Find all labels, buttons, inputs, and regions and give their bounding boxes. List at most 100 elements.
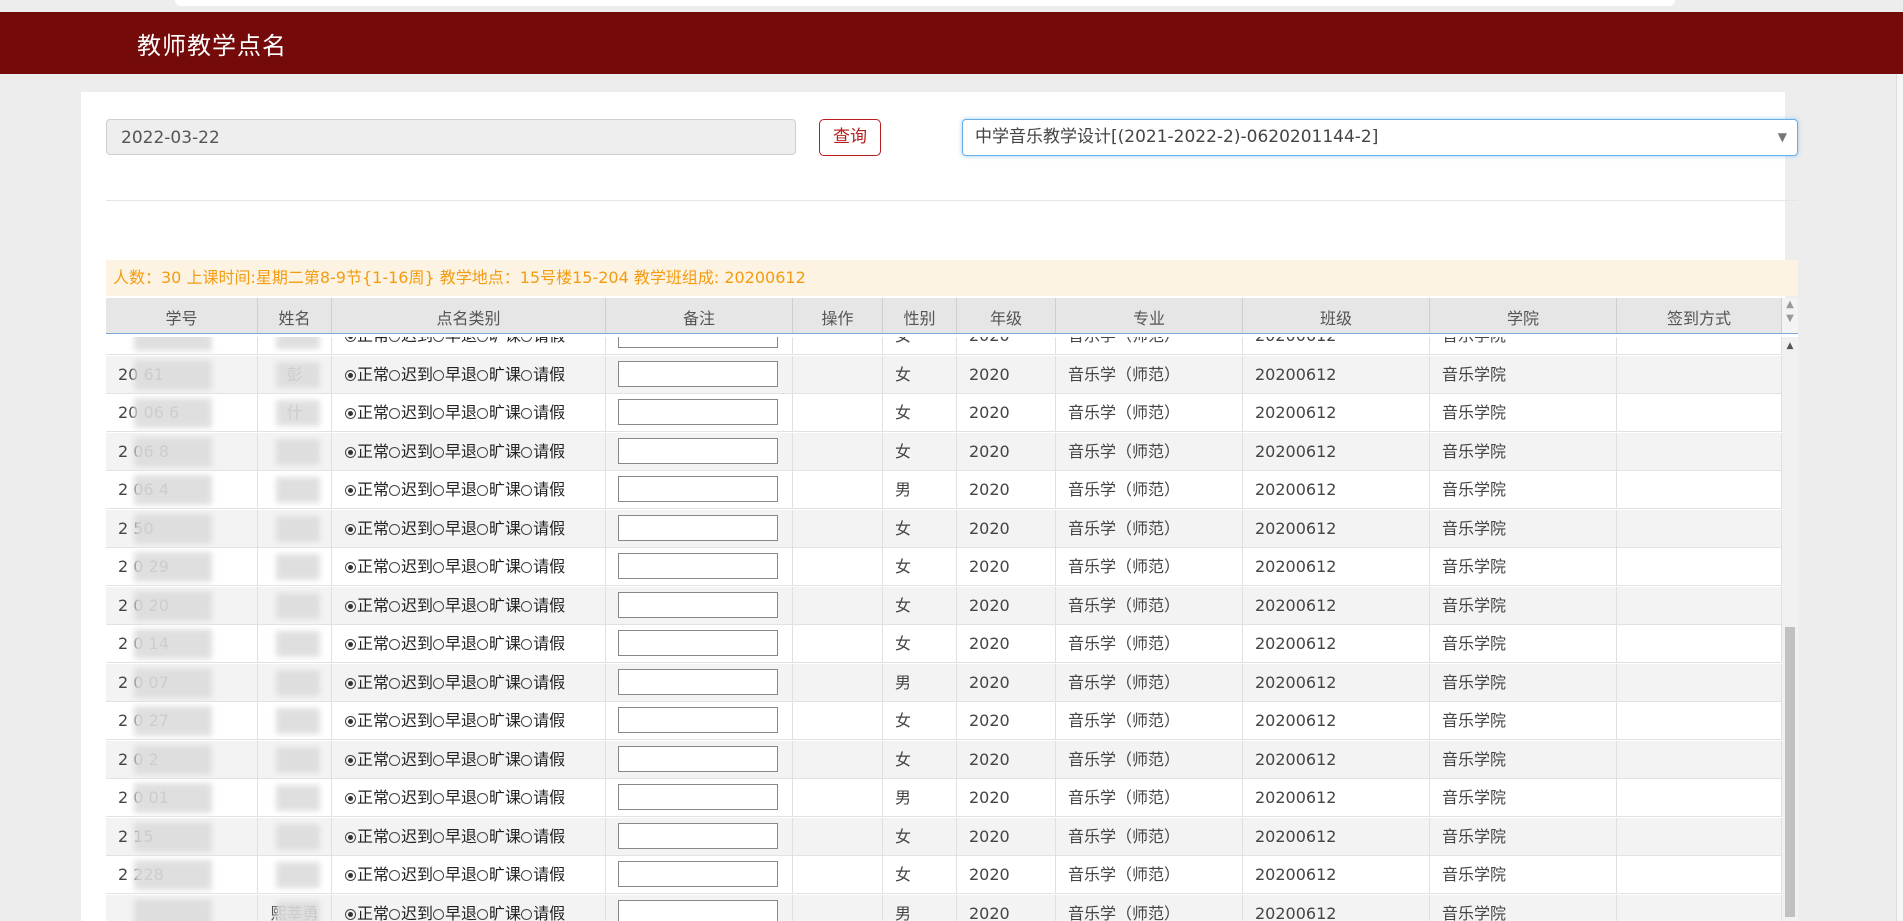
radio-unchecked-icon[interactable] [389, 408, 401, 419]
radio-unchecked-icon[interactable] [389, 446, 401, 458]
attendance-radio-option[interactable]: 正常 [345, 548, 389, 586]
col-checkin-method-header[interactable]: 签到方式 [1617, 298, 1782, 333]
attendance-radio-option[interactable]: 请假 [521, 433, 565, 471]
radio-unchecked-icon[interactable] [433, 677, 445, 689]
attendance-radio-group[interactable]: 正常迟到早退旷课请假 [332, 817, 606, 856]
attendance-radio-option[interactable]: 请假 [521, 702, 565, 740]
attendance-radio-option[interactable]: 请假 [521, 818, 565, 856]
course-select[interactable]: 中学音乐教学设计[(2021-2022-2)-0620201144-2] ▼ [962, 119, 1798, 156]
date-input[interactable]: 2022-03-22 [106, 119, 796, 155]
attendance-radio-option[interactable]: 迟到 [389, 587, 433, 625]
radio-unchecked-icon[interactable] [521, 831, 533, 843]
attendance-radio-option[interactable]: 早退 [433, 895, 477, 921]
radio-unchecked-icon[interactable] [389, 754, 401, 766]
attendance-radio-option[interactable]: 正常 [345, 587, 389, 625]
attendance-radio-option[interactable]: 请假 [521, 337, 565, 355]
radio-checked-icon[interactable] [345, 908, 356, 920]
radio-unchecked-icon[interactable] [389, 600, 401, 612]
attendance-radio-option[interactable]: 旷课 [477, 779, 521, 817]
table-scrollbar[interactable]: ▲ [1782, 337, 1798, 921]
remark-input[interactable] [618, 668, 778, 695]
attendance-radio-option[interactable]: 迟到 [389, 471, 433, 509]
attendance-radio-option[interactable]: 请假 [521, 741, 565, 779]
attendance-radio-option[interactable]: 正常 [345, 394, 389, 432]
radio-unchecked-icon[interactable] [521, 369, 533, 381]
attendance-radio-group[interactable]: 正常迟到早退旷课请假 [332, 586, 606, 625]
radio-unchecked-icon[interactable] [521, 754, 533, 766]
attendance-radio-group[interactable]: 正常迟到早退旷课请假 [332, 663, 606, 702]
radio-unchecked-icon[interactable] [433, 485, 445, 496]
remark-input[interactable] [618, 437, 778, 464]
attendance-radio-group[interactable]: 正常迟到早退旷课请假 [332, 625, 606, 663]
attendance-radio-option[interactable]: 旷课 [477, 818, 521, 856]
attendance-radio-option[interactable]: 迟到 [389, 394, 433, 432]
attendance-radio-option[interactable]: 正常 [345, 856, 389, 894]
radio-unchecked-icon[interactable] [477, 831, 489, 843]
remark-input[interactable] [618, 630, 778, 656]
attendance-radio-option[interactable]: 迟到 [389, 702, 433, 740]
attendance-radio-option[interactable]: 旷课 [477, 702, 521, 740]
radio-unchecked-icon[interactable] [521, 562, 533, 573]
radio-unchecked-icon[interactable] [521, 716, 533, 727]
col-name-header[interactable]: 姓名 [258, 298, 332, 333]
attendance-radio-option[interactable]: 旷课 [477, 394, 521, 432]
remark-input[interactable] [618, 784, 778, 810]
col-gender-header[interactable]: 性别 [883, 298, 957, 333]
attendance-radio-option[interactable]: 请假 [521, 548, 565, 586]
radio-unchecked-icon[interactable] [433, 908, 445, 920]
col-college-header[interactable]: 学院 [1430, 298, 1617, 333]
radio-checked-icon[interactable] [345, 831, 356, 843]
radio-unchecked-icon[interactable] [433, 562, 445, 573]
radio-unchecked-icon[interactable] [389, 523, 401, 535]
attendance-radio-group[interactable]: 正常迟到早退旷课请假 [332, 432, 606, 471]
radio-unchecked-icon[interactable] [433, 639, 445, 650]
radio-unchecked-icon[interactable] [389, 337, 401, 342]
radio-unchecked-icon[interactable] [433, 523, 445, 535]
remark-input[interactable] [618, 399, 778, 425]
attendance-radio-option[interactable]: 迟到 [389, 895, 433, 921]
attendance-radio-option[interactable]: 正常 [345, 625, 389, 663]
radio-unchecked-icon[interactable] [433, 754, 445, 766]
radio-unchecked-icon[interactable] [477, 337, 489, 342]
radio-unchecked-icon[interactable] [433, 446, 445, 458]
attendance-radio-option[interactable]: 请假 [521, 356, 565, 394]
attendance-radio-option[interactable]: 早退 [433, 818, 477, 856]
attendance-radio-option[interactable]: 旷课 [477, 625, 521, 663]
radio-unchecked-icon[interactable] [389, 562, 401, 573]
radio-unchecked-icon[interactable] [433, 716, 445, 727]
attendance-radio-option[interactable]: 迟到 [389, 664, 433, 702]
header-scroll-arrows-icon[interactable]: ▲ ▼ [1782, 298, 1798, 333]
query-button[interactable]: 查询 [819, 119, 881, 156]
remark-input[interactable] [618, 822, 778, 849]
radio-checked-icon[interactable] [345, 639, 356, 650]
attendance-radio-option[interactable]: 早退 [433, 394, 477, 432]
radio-unchecked-icon[interactable] [389, 485, 401, 496]
radio-unchecked-icon[interactable] [389, 716, 401, 727]
attendance-radio-option[interactable]: 请假 [521, 471, 565, 509]
attendance-radio-option[interactable]: 迟到 [389, 337, 433, 355]
radio-checked-icon[interactable] [345, 485, 356, 496]
attendance-radio-option[interactable]: 早退 [433, 856, 477, 894]
remark-input[interactable] [618, 745, 778, 772]
attendance-radio-group[interactable]: 正常迟到早退旷课请假 [332, 856, 606, 894]
radio-unchecked-icon[interactable] [477, 639, 489, 650]
radio-unchecked-icon[interactable] [477, 369, 489, 381]
attendance-radio-option[interactable]: 早退 [433, 510, 477, 548]
attendance-radio-option[interactable]: 早退 [433, 664, 477, 702]
attendance-radio-option[interactable]: 旷课 [477, 548, 521, 586]
attendance-radio-option[interactable]: 旷课 [477, 664, 521, 702]
attendance-radio-option[interactable]: 迟到 [389, 625, 433, 663]
radio-unchecked-icon[interactable] [477, 523, 489, 535]
radio-checked-icon[interactable] [345, 369, 356, 381]
radio-checked-icon[interactable] [345, 870, 356, 881]
radio-unchecked-icon[interactable] [477, 754, 489, 766]
attendance-radio-option[interactable]: 旷课 [477, 337, 521, 355]
attendance-radio-option[interactable]: 请假 [521, 856, 565, 894]
attendance-radio-option[interactable]: 早退 [433, 356, 477, 394]
attendance-radio-option[interactable]: 迟到 [389, 433, 433, 471]
attendance-radio-option[interactable]: 早退 [433, 337, 477, 355]
attendance-radio-group[interactable]: 正常迟到早退旷课请假 [332, 894, 606, 921]
attendance-radio-option[interactable]: 迟到 [389, 356, 433, 394]
attendance-radio-option[interactable]: 迟到 [389, 856, 433, 894]
radio-checked-icon[interactable] [345, 677, 356, 689]
